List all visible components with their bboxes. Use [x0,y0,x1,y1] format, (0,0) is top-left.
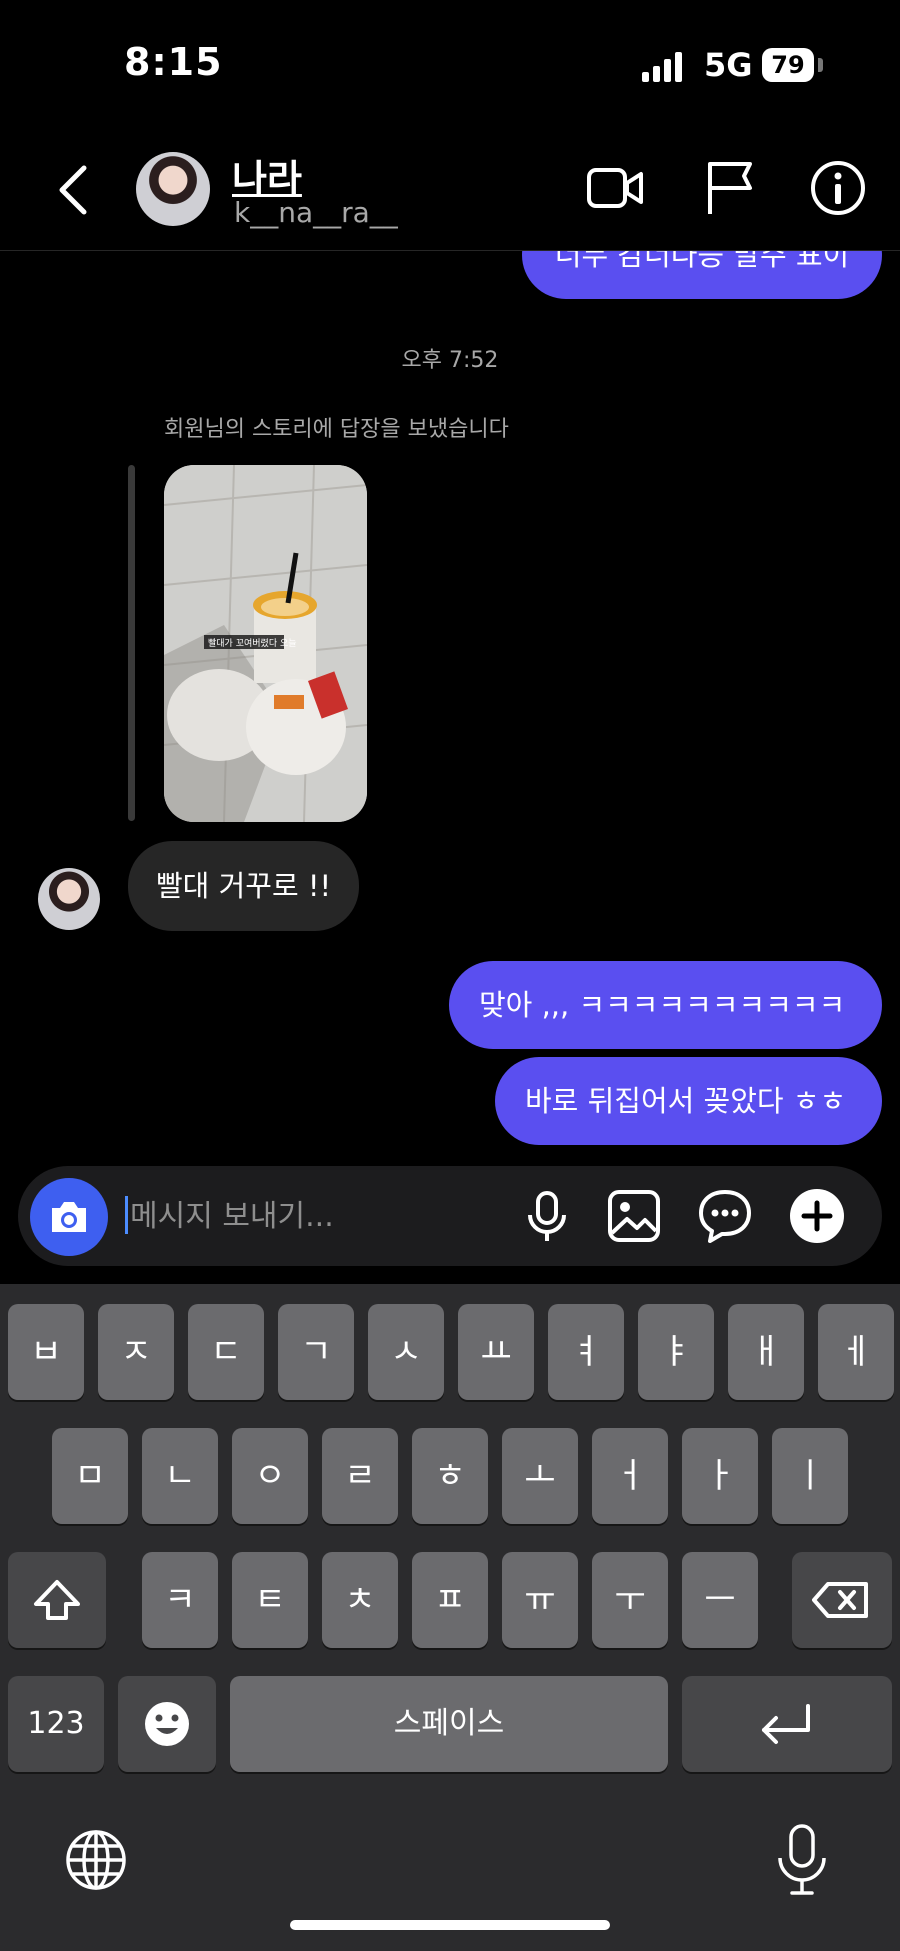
message-clip: 너무 감너다등 말주 표이 [0,251,900,299]
backspace-icon [812,1582,868,1618]
key[interactable]: ㄷ [188,1304,264,1400]
key[interactable]: ㅛ [458,1304,534,1400]
status-time: 8:15 [124,40,223,84]
key[interactable]: ㅗ [502,1428,578,1524]
incoming-message[interactable]: 빨대 거꾸로 !! [128,841,360,931]
camera-icon [52,1202,86,1232]
outgoing-message[interactable]: 맞아 ,,, ㅋㅋㅋㅋㅋㅋㅋㅋㅋㅋ [449,961,882,1049]
battery-cap [818,58,823,72]
return-key[interactable] [682,1676,892,1772]
globe-icon[interactable] [64,1828,128,1892]
camera-button[interactable] [30,1178,108,1256]
story-caption: 빨대가 꼬여버렸다 오늘 [208,639,297,649]
image-icon[interactable] [605,1187,663,1245]
avatar[interactable] [38,868,100,930]
key[interactable]: ㅏ [682,1428,758,1524]
message-input[interactable] [128,1190,502,1242]
chat-header [0,118,900,251]
key[interactable]: ㅇ [232,1428,308,1524]
key[interactable]: ㅑ [638,1304,714,1400]
info-icon[interactable] [808,158,868,218]
key[interactable]: ㅡ [682,1552,758,1648]
delete-key[interactable] [792,1552,892,1648]
key[interactable]: ㅌ [232,1552,308,1648]
emoji-key[interactable] [118,1676,216,1772]
key[interactable]: ㅕ [548,1304,624,1400]
battery-icon: 79 [762,48,814,82]
shift-icon [34,1580,80,1620]
network-type: 5G [704,46,753,84]
avatar[interactable] [136,152,210,226]
key[interactable]: ㅂ [8,1304,84,1400]
key[interactable]: ㅊ [322,1552,398,1648]
key[interactable]: ㅓ [592,1428,668,1524]
flag-icon[interactable] [700,158,760,218]
chevron-left-icon[interactable] [52,162,92,218]
outgoing-message[interactable]: 바로 뒤집어서 꽂았다 ㅎㅎ [495,1057,882,1145]
plus-circle-icon[interactable] [788,1187,846,1245]
reply-indicator-bar [128,465,135,821]
message-timestamp: 오후 7:52 [401,348,499,373]
story-reply-note: 회원님의 스토리에 답장을 보냈습니다 [164,417,509,442]
return-icon [762,1704,810,1744]
video-camera-icon[interactable] [585,158,645,218]
home-indicator[interactable] [290,1920,610,1930]
contact-name[interactable]: 나라 [232,148,302,203]
numbers-key[interactable]: 123 [8,1676,104,1772]
key[interactable]: ㅠ [502,1552,578,1648]
key[interactable]: ㅍ [412,1552,488,1648]
key[interactable]: ㅔ [818,1304,894,1400]
cellular-signal-icon [642,50,686,82]
key[interactable]: ㅣ [772,1428,848,1524]
contact-username[interactable]: k__na__ra__ [234,196,398,229]
chat-bubble-dots-icon[interactable] [696,1187,754,1245]
key[interactable]: ㅜ [592,1552,668,1648]
outgoing-message-partial[interactable]: 너무 감너다등 말주 표이 [522,251,882,299]
microphone-icon[interactable] [518,1187,576,1245]
microphone-icon[interactable] [772,1822,832,1898]
key[interactable]: ㅎ [412,1428,488,1524]
key[interactable]: ㅋ [142,1552,218,1648]
key[interactable]: ㄱ [278,1304,354,1400]
key[interactable]: ㄴ [142,1428,218,1524]
emoji-icon [145,1702,189,1746]
key[interactable]: ㅅ [368,1304,444,1400]
shift-key[interactable] [8,1552,106,1648]
key[interactable]: ㅈ [98,1304,174,1400]
key[interactable]: ㅁ [52,1428,128,1524]
space-key[interactable]: 스페이스 [230,1676,668,1772]
key[interactable]: ㄹ [322,1428,398,1524]
key[interactable]: ㅐ [728,1304,804,1400]
story-thumbnail[interactable]: 빨대가 꼬여버렸다 오늘 [164,465,367,822]
